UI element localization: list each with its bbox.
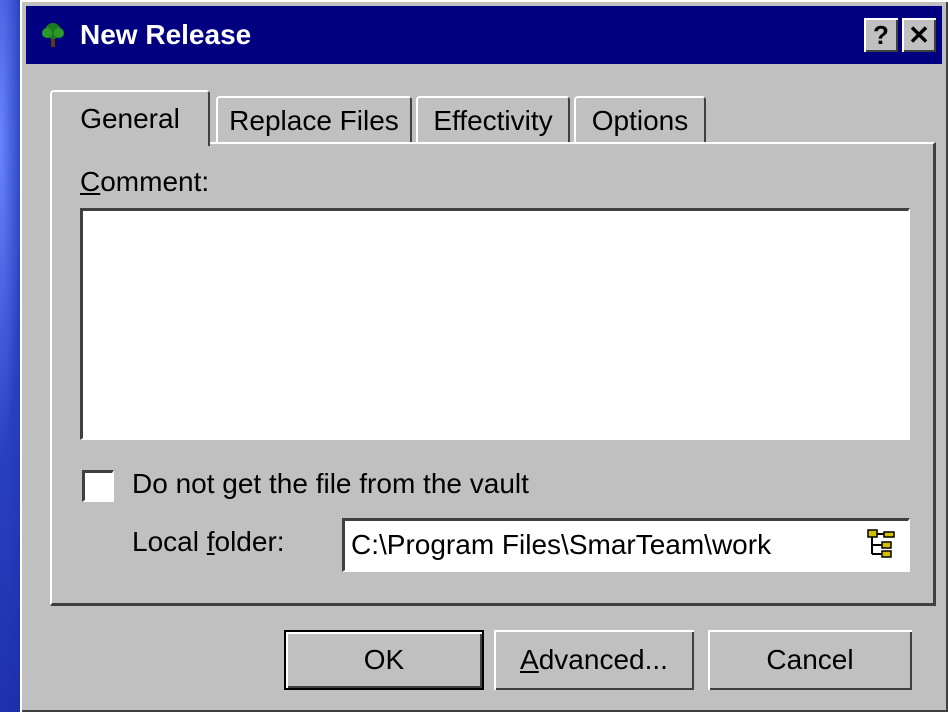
close-icon: ✕ bbox=[908, 19, 930, 50]
tab-replace-files[interactable]: Replace Files bbox=[216, 96, 412, 144]
help-button[interactable]: ? bbox=[864, 18, 898, 52]
no-get-from-vault-checkbox[interactable] bbox=[82, 470, 114, 502]
local-folder-label: Local folder: bbox=[132, 526, 285, 557]
tab-effectivity[interactable]: Effectivity bbox=[416, 96, 570, 144]
dialog-title: New Release bbox=[80, 19, 252, 50]
tree-app-icon bbox=[36, 20, 70, 50]
close-button[interactable]: ✕ bbox=[902, 18, 936, 52]
tab-general[interactable]: General bbox=[50, 90, 210, 146]
folder-tree-browse-icon[interactable] bbox=[860, 522, 904, 568]
title-bar[interactable]: New Release ? ✕ bbox=[26, 6, 942, 64]
tab-options[interactable]: Options bbox=[574, 96, 706, 144]
local-folder-input[interactable]: C:\Program Files\SmarTeam\work bbox=[342, 518, 910, 572]
no-get-from-vault-label[interactable]: Do not get the file from the vault bbox=[132, 468, 529, 500]
comment-textarea[interactable] bbox=[80, 208, 910, 440]
advanced-button[interactable]: Advanced... bbox=[494, 630, 694, 690]
cancel-button[interactable]: Cancel bbox=[708, 630, 912, 690]
comment-label: Comment: bbox=[80, 166, 210, 197]
new-release-dialog: New Release ? ✕ General Replace Files Ef… bbox=[20, 0, 948, 712]
ok-button[interactable]: OK bbox=[284, 630, 484, 690]
